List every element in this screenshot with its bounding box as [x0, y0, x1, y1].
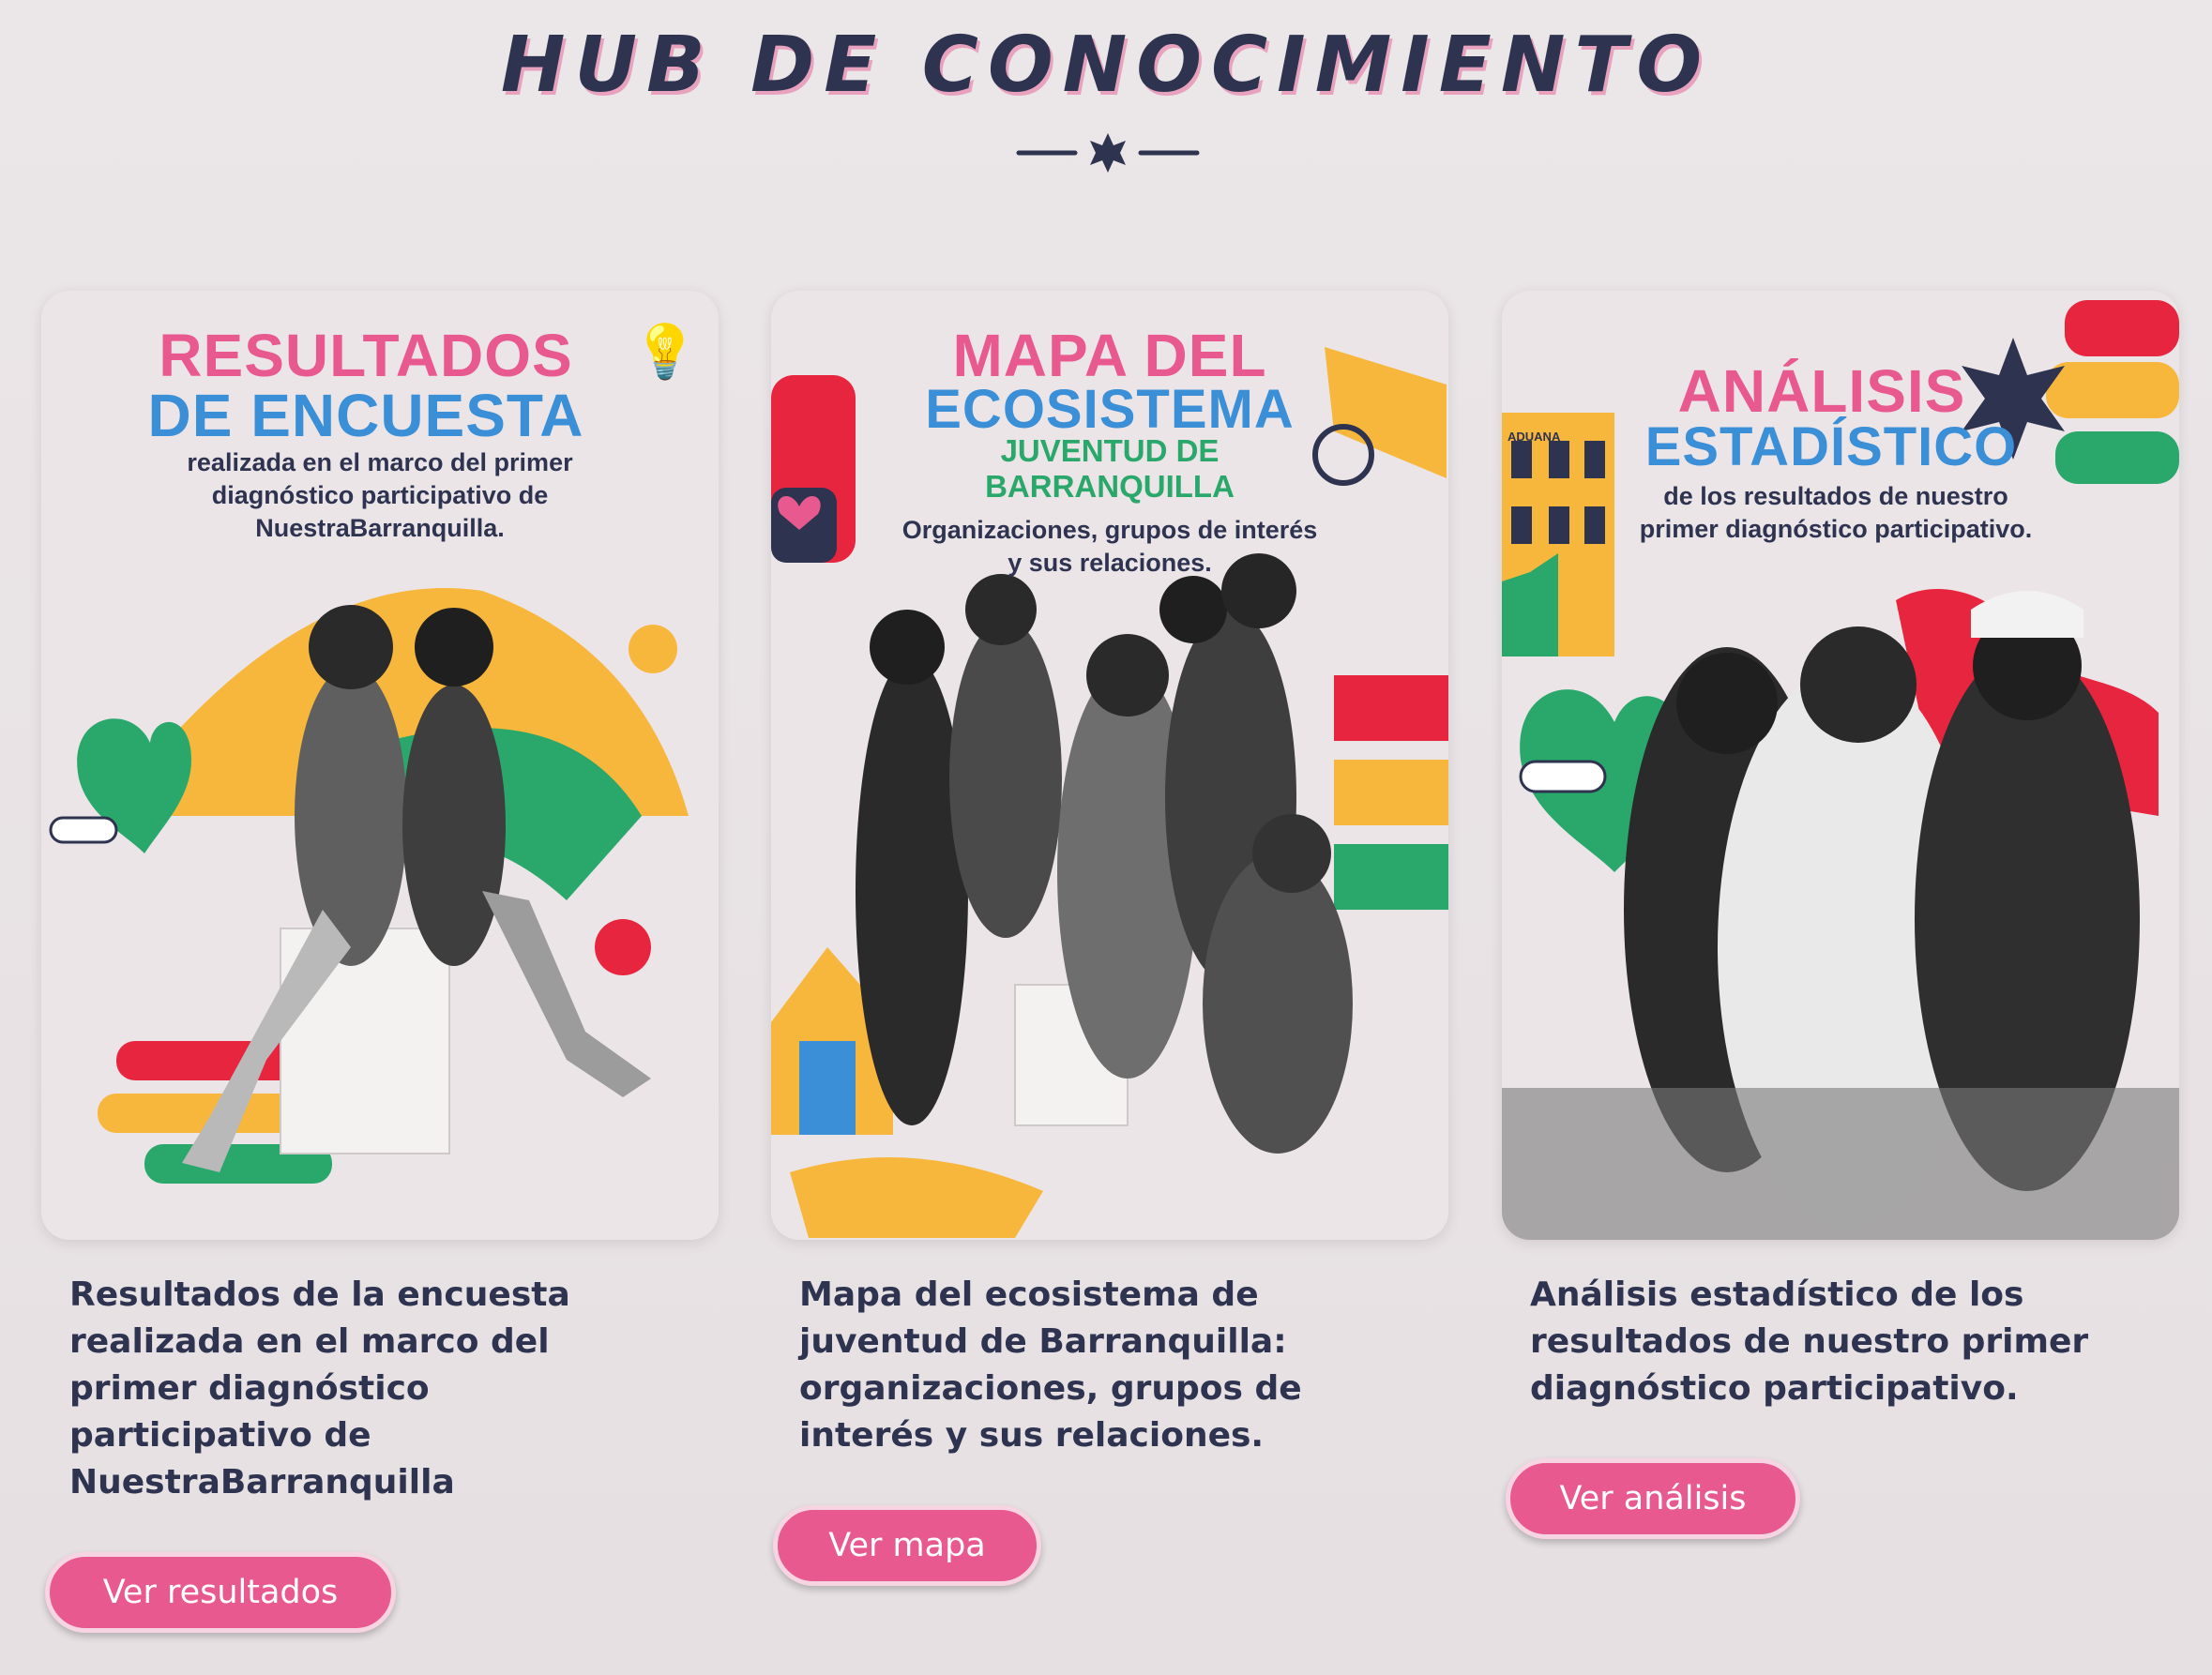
poster-title-line-4: BARRANQUILLA [985, 469, 1235, 504]
survey-results-description: Resultados de la encuesta realizada en e… [69, 1275, 570, 1501]
card-statistical-analysis: ADUANA ANÁLISIS ESTADÍSTICO de los resul… [1502, 291, 2179, 1539]
poster-title-line-2: DE ENCUESTA [147, 382, 584, 449]
page-title: HUB DE CONOCIMIENTO [500, 21, 1712, 110]
view-analysis-button[interactable]: Ver análisis [1506, 1458, 1800, 1539]
poster-subtitle: realizada en el marco del primer diagnós… [187, 448, 573, 542]
view-results-button[interactable]: Ver resultados [45, 1552, 396, 1633]
poster-subtitle: Organizaciones, grupos de interés y sus … [901, 516, 1318, 577]
ecosystem-map-description: Mapa del ecosistema de juventud de Barra… [799, 1275, 1302, 1455]
star-divider-icon [1016, 133, 1200, 173]
view-map-button[interactable]: Ver mapa [773, 1505, 1041, 1586]
survey-results-poster[interactable]: RESULTADOS DE ENCUESTA realizada en el m… [41, 291, 719, 1240]
poster-title-line-1: RESULTADOS [159, 322, 573, 389]
statistical-analysis-description: Análisis estadístico de los resultados d… [1530, 1275, 2089, 1408]
card-ecosystem-map: MAPA DEL ECOSISTEMA JUVENTUD DE BARRANQU… [771, 291, 1448, 1586]
building-sign: ADUANA [1507, 430, 1561, 444]
poster-title-line-1: MAPA DEL [952, 322, 1267, 389]
poster-title-line-2: ESTADÍSTICO [1644, 416, 2018, 477]
poster-title-line-1: ANÁLISIS [1677, 357, 1966, 425]
lightbulb-icon: 💡 [632, 322, 698, 381]
card-survey-results: RESULTADOS DE ENCUESTA realizada en el m… [41, 291, 719, 1633]
poster-title-line-3: JUVENTUD DE [1000, 433, 1220, 468]
poster-subtitle: de los resultados de nuestro primer diag… [1639, 482, 2033, 543]
ecosystem-map-poster[interactable]: MAPA DEL ECOSISTEMA JUVENTUD DE BARRANQU… [771, 291, 1448, 1240]
poster-title-line-2: ECOSISTEMA [925, 379, 1295, 440]
statistical-analysis-poster[interactable]: ADUANA ANÁLISIS ESTADÍSTICO de los resul… [1502, 291, 2179, 1240]
